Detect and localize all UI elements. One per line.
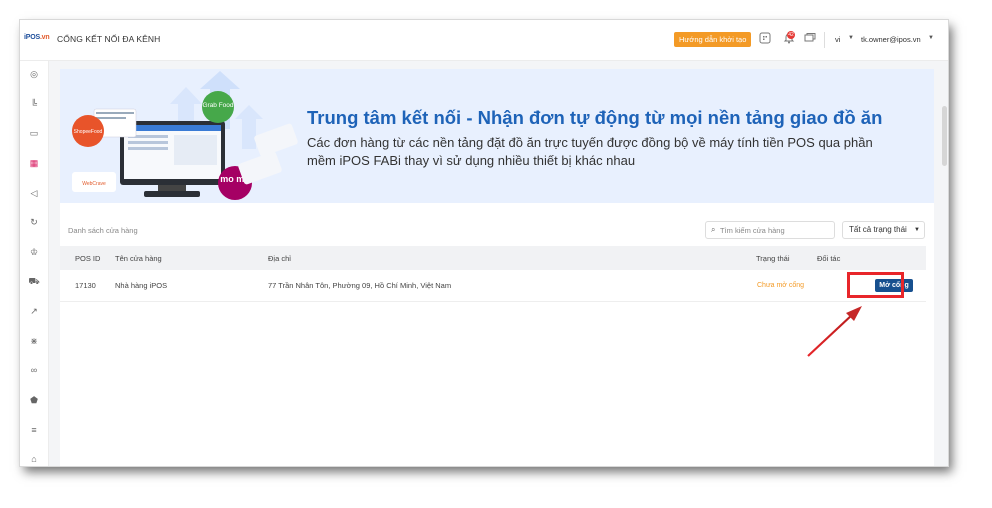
app-window: iPOS.vn CỔNG KẾT NỐI ĐA KÊNH Hướng dẫn k… [20, 20, 948, 466]
database-icon[interactable]: ≡ [27, 423, 41, 437]
delivery-icon[interactable]: ⛟ [27, 274, 41, 288]
chevron-down-icon[interactable]: ▼ [848, 35, 854, 41]
share-icon[interactable]: ⋇ [27, 334, 41, 348]
col-address[interactable]: Địa chỉ [268, 254, 291, 263]
shopee-food-logo: ShopeeFood [74, 129, 103, 135]
banner-title: Trung tâm kết nối - Nhận đơn tự động từ … [307, 107, 883, 128]
trend-icon[interactable]: ↗ [27, 304, 41, 318]
chart-icon[interactable]: ╚ [27, 97, 41, 111]
table-row[interactable]: 17130 Nhà hàng iPOS 77 Trần Nhân Tôn, Ph… [60, 270, 926, 302]
topbar-divider [824, 32, 825, 48]
chevron-down-icon[interactable]: ▼ [928, 35, 934, 41]
banner-description: Các đơn hàng từ các nền tảng đặt đồ ăn t… [307, 135, 873, 168]
highlight-box [847, 272, 904, 298]
sidebar: ◎ ╚ ▭ ▦ ◁ ↻ ♔ ⛟ ↗ ⋇ ∞ ⬟ ≡ ⌂ [20, 61, 49, 466]
cell-address: 77 Trần Nhân Tôn, Phường 09, Hồ Chí Minh… [268, 281, 452, 290]
search-icon: ⌕ [711, 225, 716, 234]
shield-icon[interactable]: ⬟ [27, 393, 41, 407]
page-title: CỔNG KẾT NỐI ĐA KÊNH [57, 34, 161, 44]
pos-illustration: ShopeeFood Grab Food mo mo WebCrave [72, 71, 298, 200]
language-selector[interactable]: vi [835, 35, 840, 44]
crown-icon[interactable]: ♔ [27, 245, 41, 259]
user-account-menu[interactable]: tk.owner@ipos.vn [861, 35, 921, 44]
link-icon[interactable]: ∞ [27, 363, 41, 377]
cell-pos-id: 17130 [75, 281, 96, 290]
main-content: ShopeeFood Grab Food mo mo WebCrave Trun… [60, 69, 934, 466]
chevron-down-icon: ▼ [914, 227, 920, 233]
tag-icon[interactable]: ⌂ [27, 452, 41, 466]
table-header: POS ID Tên cửa hàng Địa chỉ Trạng thái Đ… [60, 246, 926, 270]
status-badge: Chưa mở cổng [757, 282, 805, 289]
status-filter-select[interactable]: Tất cả trạng thái ▼ [842, 221, 925, 239]
chat-icon[interactable]: ▭ [27, 126, 41, 140]
channels-icon[interactable]: ▦ [27, 156, 41, 170]
webcrave-logo: WebCrave [82, 181, 106, 187]
store-search-box[interactable]: ⌕ [705, 221, 835, 239]
dashboard-icon[interactable]: ◎ [27, 67, 41, 81]
store-search-input[interactable] [720, 224, 830, 236]
cell-store-name: Nhà hàng iPOS [115, 281, 168, 290]
banner: ShopeeFood Grab Food mo mo WebCrave Trun… [60, 69, 934, 203]
col-status[interactable]: Trạng thái [756, 254, 790, 263]
notification-badge: 42 [787, 31, 795, 39]
messages-icon[interactable] [803, 32, 817, 46]
ipos-logo[interactable]: iPOS.vn [24, 34, 50, 41]
col-pos-id[interactable]: POS ID [75, 254, 100, 263]
status-filter-value: Tất cả trạng thái [849, 225, 907, 234]
scrollbar[interactable] [940, 61, 948, 466]
store-list-label: Danh sách cửa hàng [68, 226, 138, 235]
scrollbar-thumb[interactable] [942, 106, 947, 166]
grab-food-logo: Grab Food [202, 102, 233, 109]
top-bar: iPOS.vn CỔNG KẾT NỐI ĐA KÊNH Hướng dẫn k… [20, 20, 948, 61]
col-store-name[interactable]: Tên cửa hàng [115, 254, 162, 263]
sync-icon[interactable]: ↻ [27, 215, 41, 229]
setup-guide-button[interactable]: Hướng dẫn khởi tạo [674, 32, 752, 47]
qr-scan-icon[interactable] [758, 32, 772, 46]
col-partner[interactable]: Đối tác [817, 254, 840, 263]
megaphone-icon[interactable]: ◁ [27, 186, 41, 200]
